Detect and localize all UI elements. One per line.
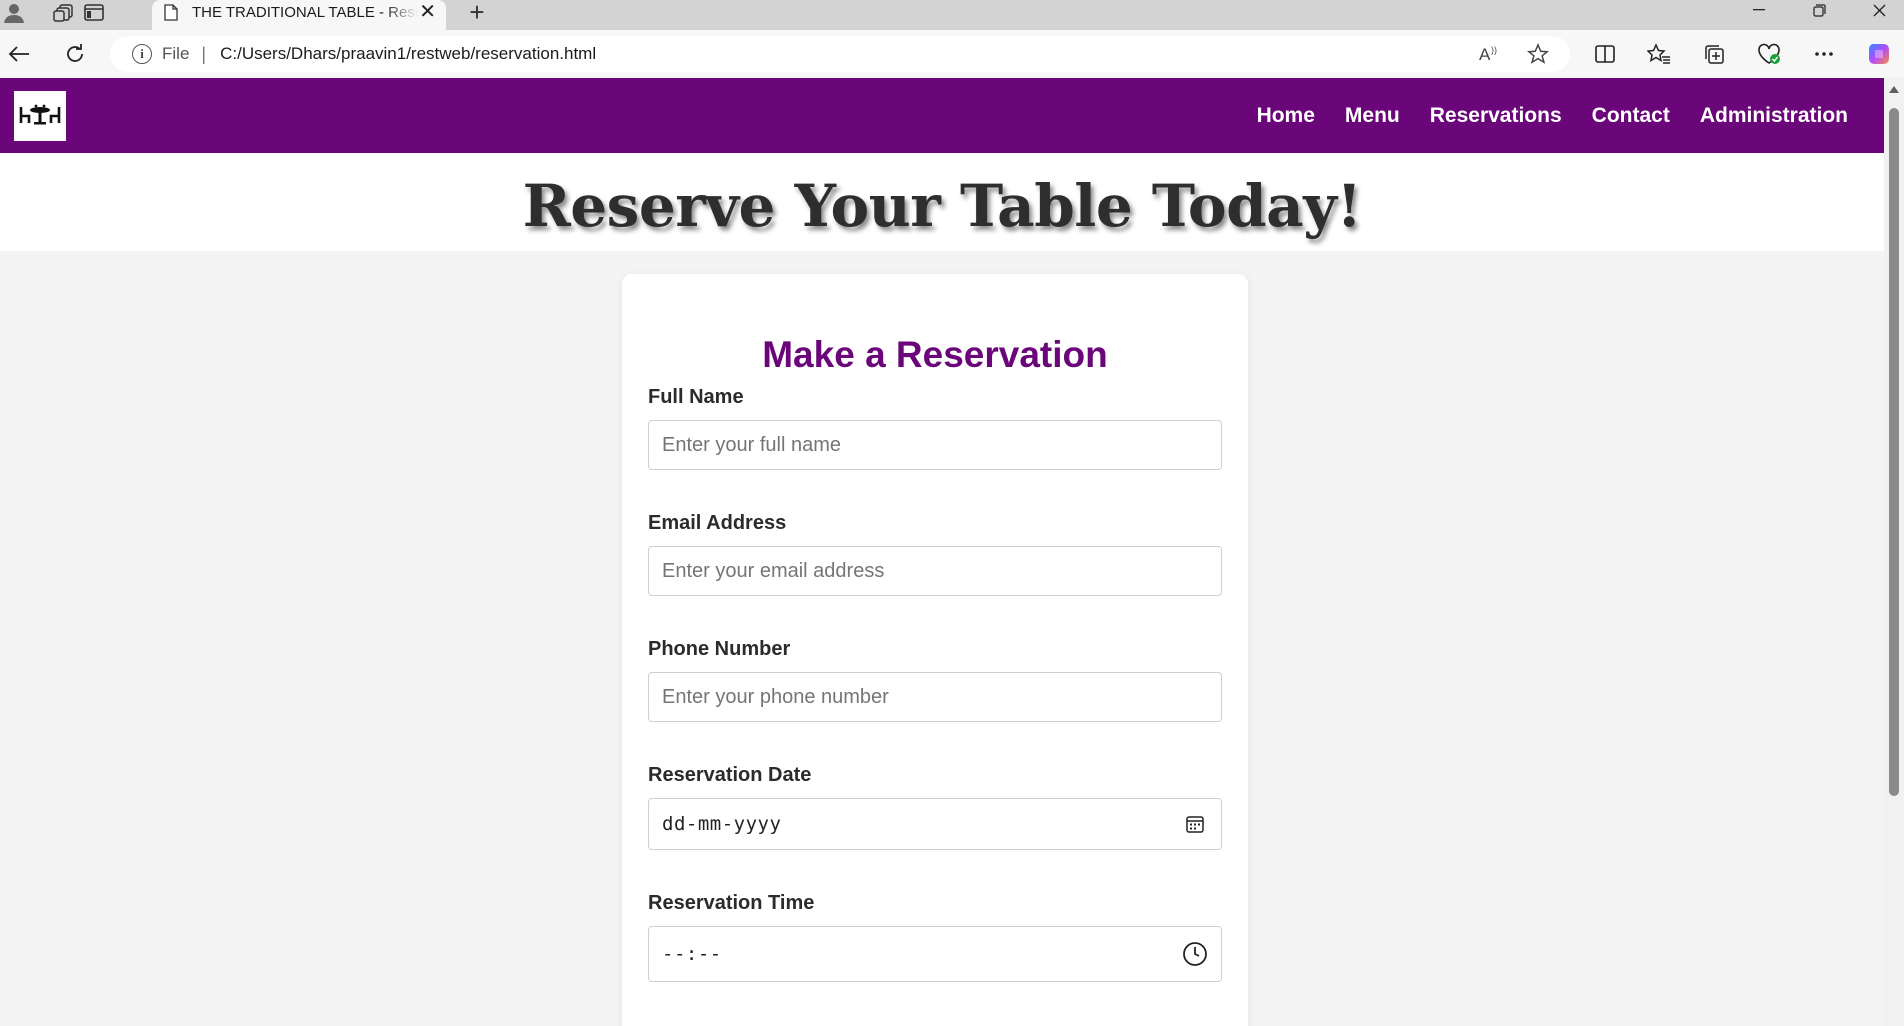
copilot-icon[interactable] xyxy=(1862,37,1896,71)
read-aloud-icon[interactable]: A)) xyxy=(1475,39,1505,69)
new-tab-button[interactable]: + xyxy=(462,0,492,25)
restaurant-logo[interactable] xyxy=(14,91,66,141)
reservation-date-input[interactable]: dd-mm-yyyy xyxy=(648,798,1222,850)
more-icon[interactable] xyxy=(1807,37,1841,71)
profile-icon[interactable] xyxy=(0,0,32,26)
full-name-label: Full Name xyxy=(648,386,744,408)
phone-label: Phone Number xyxy=(648,638,791,660)
nav-link-menu[interactable]: Menu xyxy=(1345,104,1400,128)
vertical-tabs-icon[interactable] xyxy=(76,0,112,26)
email-label: Email Address xyxy=(648,512,787,534)
phone-input[interactable] xyxy=(648,672,1222,722)
active-tab[interactable]: THE TRADITIONAL TABLE - Reservation ✕ xyxy=(152,0,446,30)
favorite-star-icon[interactable] xyxy=(1523,39,1553,69)
address-separator: | xyxy=(201,43,207,64)
site-info-icon[interactable]: i xyxy=(132,44,152,64)
refresh-icon[interactable] xyxy=(58,37,92,71)
address-bar[interactable]: i File | C:/Users/Dhars/praavin1/restweb… xyxy=(110,36,1570,72)
split-screen-icon[interactable] xyxy=(1588,37,1622,71)
form-title: Make a Reservation xyxy=(762,334,1108,375)
main-nav-links: Home Menu Reservations Contact Administr… xyxy=(1227,78,1848,153)
nav-link-contact[interactable]: Contact xyxy=(1592,104,1670,128)
site-navbar: Home Menu Reservations Contact Administr… xyxy=(0,78,1884,153)
favorites-icon[interactable] xyxy=(1642,37,1676,71)
email-input[interactable] xyxy=(648,546,1222,596)
time-value: --:-- xyxy=(662,943,722,965)
file-scheme-label: File xyxy=(162,44,190,63)
restore-icon[interactable] xyxy=(1796,0,1842,20)
close-tab-icon[interactable]: ✕ xyxy=(419,2,436,22)
page-scrollbar[interactable] xyxy=(1884,78,1904,1026)
nav-link-administration[interactable]: Administration xyxy=(1700,104,1848,128)
browser-toolbar: i File | C:/Users/Dhars/praavin1/restweb… xyxy=(0,30,1904,78)
minimize-icon[interactable] xyxy=(1736,0,1782,20)
nav-link-home[interactable]: Home xyxy=(1257,104,1315,128)
clock-icon[interactable] xyxy=(1182,941,1208,967)
page-viewport: Home Menu Reservations Contact Administr… xyxy=(0,78,1884,1026)
browser-essentials-icon[interactable] xyxy=(1752,37,1786,71)
close-window-icon[interactable] xyxy=(1856,0,1902,20)
url-text[interactable]: C:/Users/Dhars/praavin1/restweb/reservat… xyxy=(220,44,596,64)
svg-text:)): )) xyxy=(1491,45,1497,55)
svg-text:A: A xyxy=(1479,45,1491,64)
date-value: dd-mm-yyyy xyxy=(662,813,782,835)
document-icon xyxy=(164,3,178,21)
scroll-up-icon[interactable] xyxy=(1889,86,1899,93)
hero-title: Reserve Your Table Today! xyxy=(522,172,1362,240)
collections-icon[interactable] xyxy=(1697,37,1731,71)
nav-link-reservations[interactable]: Reservations xyxy=(1430,104,1562,128)
tab-title: THE TRADITIONAL TABLE - Reservation xyxy=(192,3,418,21)
reservation-time-input[interactable]: --:-- xyxy=(648,926,1222,982)
full-name-input[interactable] xyxy=(648,420,1222,470)
browser-tab-strip: THE TRADITIONAL TABLE - Reservation ✕ + xyxy=(0,0,1904,30)
back-icon[interactable] xyxy=(2,37,36,71)
scrollbar-thumb[interactable] xyxy=(1889,108,1899,796)
reservation-date-label: Reservation Date xyxy=(648,764,812,786)
reservation-time-label: Reservation Time xyxy=(648,892,815,914)
dining-table-icon xyxy=(19,104,61,125)
reservation-form-card: Make a Reservation Full Name Email Addre… xyxy=(622,274,1248,1026)
hero-banner: Reserve Your Table Today! xyxy=(0,153,1884,251)
calendar-icon[interactable] xyxy=(1182,811,1208,837)
